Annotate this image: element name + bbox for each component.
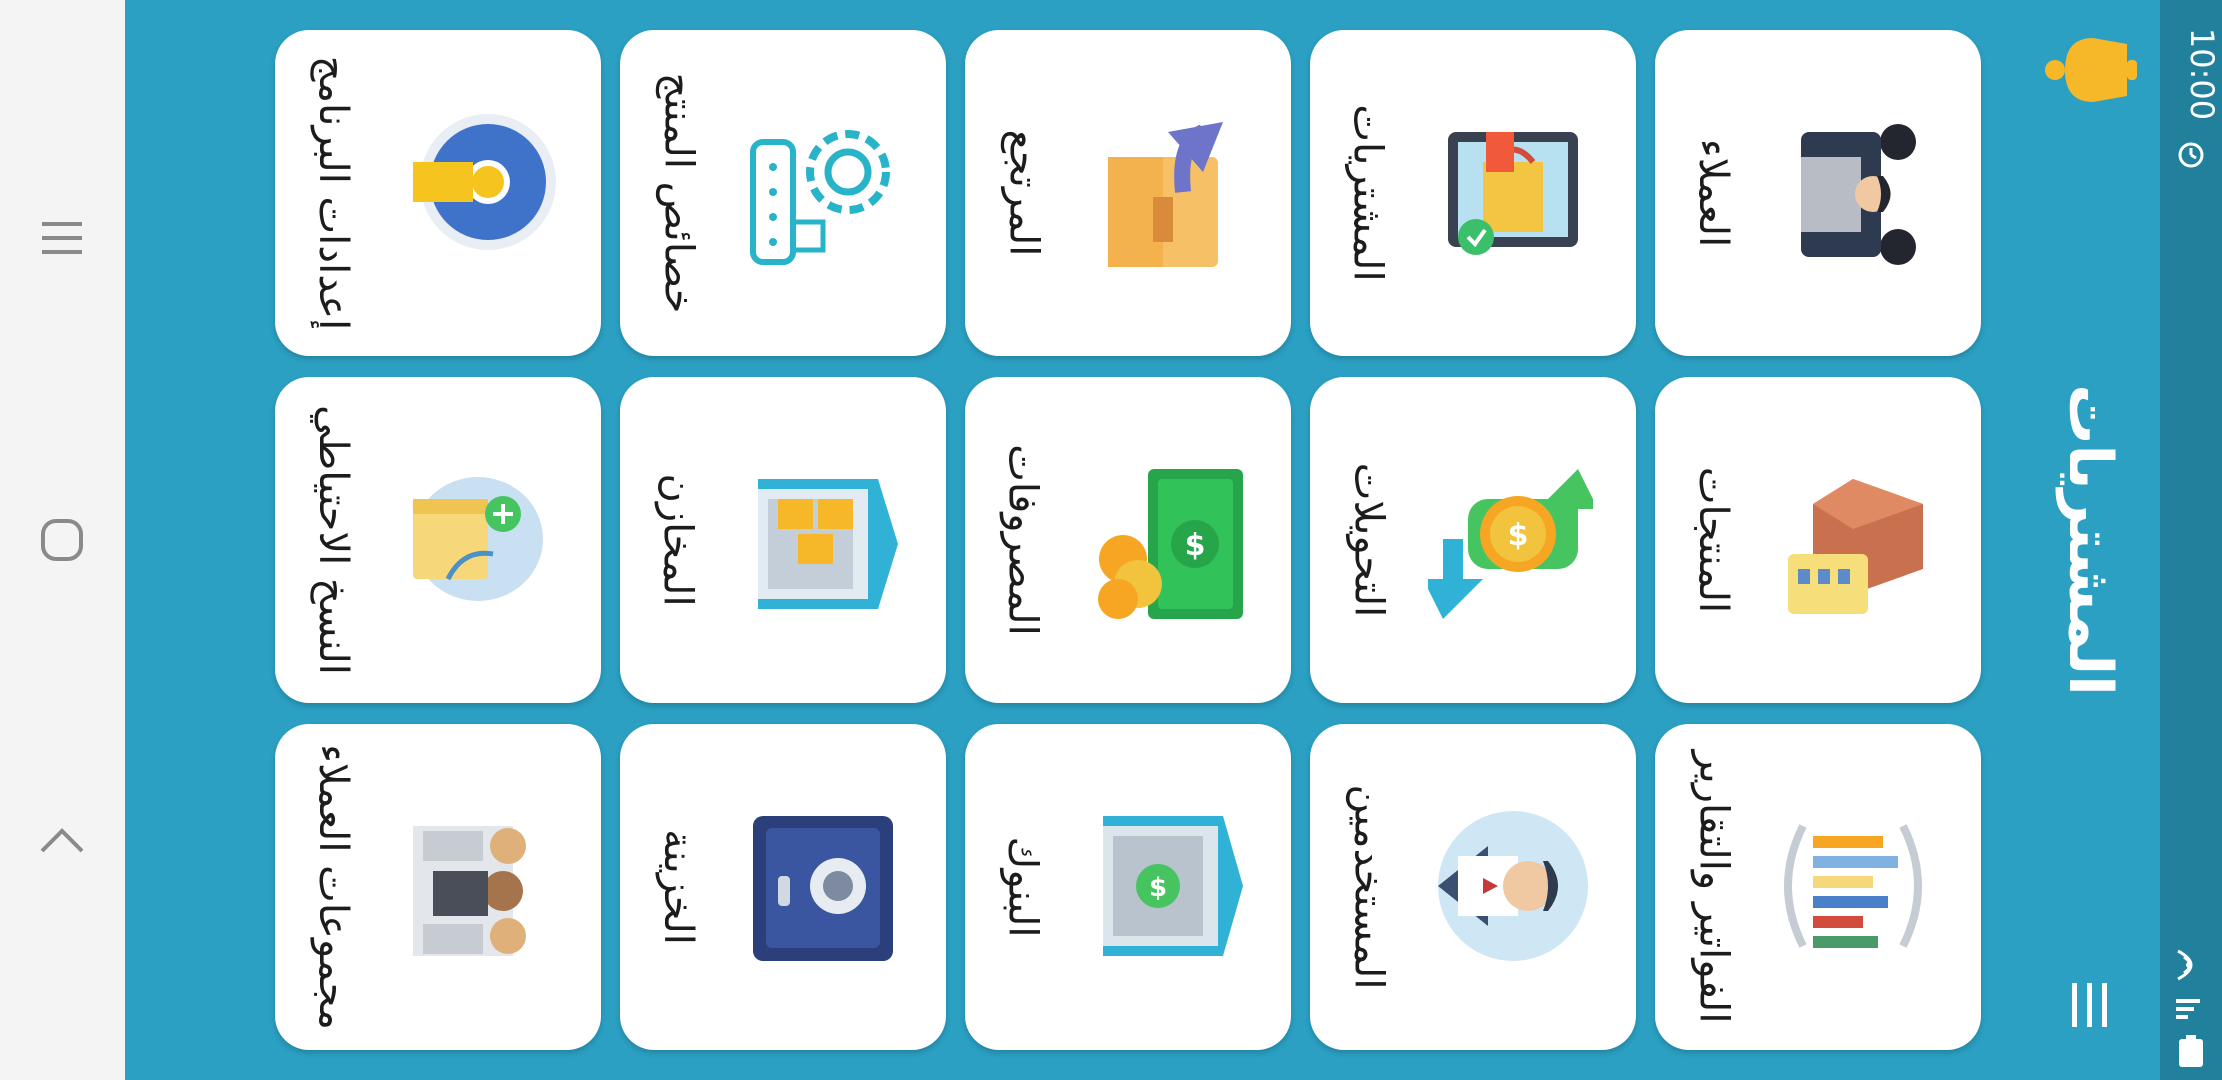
svg-text:$: $: [1508, 518, 1529, 553]
customer-groups-icon: [413, 826, 526, 956]
tile-users[interactable]: المستخدمين: [1310, 724, 1636, 1050]
tile-label: النسخ الاحتياطي: [310, 405, 356, 675]
menu-icon: [2072, 983, 2107, 1027]
page-title: المشتريات: [2055, 384, 2126, 696]
tile-label: المصروفات: [1000, 444, 1046, 636]
tile-warehouses[interactable]: المخازن: [620, 377, 946, 703]
tile-customers[interactable]: العملاء: [1655, 30, 1981, 356]
tile-label: المشتريات: [1345, 104, 1392, 282]
tile-bank[interactable]: $ البنوك: [965, 724, 1291, 1050]
tile-product-settings[interactable]: خصائص المنتج: [620, 30, 946, 356]
battery-icon: [2179, 1035, 2203, 1067]
returns-icon: [1108, 122, 1223, 267]
alarm-icon: [2178, 142, 2204, 168]
warehouses-icon: [758, 479, 898, 609]
tile-label: إعدادات البرنامج: [310, 55, 356, 331]
backup-icon: [413, 477, 543, 601]
recent-apps-button[interactable]: [22, 198, 102, 278]
tile-label: العملاء: [1690, 138, 1736, 248]
tile-label: خصائص المنتج: [655, 72, 701, 314]
bank-icon: $: [1103, 816, 1243, 956]
tile-label: المخازن: [655, 473, 701, 607]
safe-icon: [753, 816, 893, 961]
products-icon: [1788, 479, 1923, 614]
recent-apps-icon: [42, 222, 82, 254]
main-content: العملاء المشتريات المرتجع خصائص المنتج إ…: [125, 0, 2160, 1080]
home-icon: [41, 519, 83, 561]
transfers-icon: $: [1428, 469, 1593, 619]
svg-text:$: $: [1149, 873, 1167, 903]
product-settings-icon: [750, 130, 890, 265]
svg-text:$: $: [1185, 528, 1206, 563]
app-settings-icon: [413, 114, 556, 250]
tile-backup[interactable]: النسخ الاحتياطي: [275, 377, 601, 703]
back-button[interactable]: [22, 800, 102, 880]
tile-shopping[interactable]: المشتريات: [1310, 30, 1636, 356]
tile-expenses[interactable]: $ المصروفات: [965, 377, 1291, 703]
tile-label: البنوك: [1000, 836, 1047, 938]
bell-icon: [2045, 38, 2137, 102]
users-icon: [1438, 811, 1588, 961]
tile-products[interactable]: المنتجات: [1655, 377, 1981, 703]
chevron-up-icon: [40, 828, 84, 853]
tile-label: مجموعات العملاء: [310, 744, 357, 1030]
tile-label: الفواتير والتقارير: [1690, 750, 1736, 1024]
tile-label: المرتجع: [1000, 129, 1046, 257]
home-button[interactable]: [22, 500, 102, 580]
notification-bell-button[interactable]: [2035, 30, 2145, 110]
tile-label: المستخدمين: [1345, 784, 1392, 990]
tile-label: المنتجات: [1690, 466, 1737, 614]
wifi-icon: [2177, 949, 2193, 981]
status-bar: 10:00: [2160, 0, 2222, 1080]
navigation-bar: [0, 0, 125, 1080]
tile-reports[interactable]: الفواتير والتقارير: [1655, 724, 1981, 1050]
tile-label: التحويلات: [1345, 462, 1392, 618]
reports-icon: [1784, 824, 1922, 948]
tile-customer-groups[interactable]: مجموعات العملاء: [275, 724, 601, 1050]
tile-label: الخزينة: [655, 829, 701, 945]
shopping-icon: [1448, 132, 1578, 255]
signal-icon: [2176, 999, 2200, 1019]
tile-safe[interactable]: الخزينة: [620, 724, 946, 1050]
menu-button[interactable]: [2060, 975, 2120, 1035]
tile-returns[interactable]: المرتجع: [965, 30, 1291, 356]
expenses-icon: $: [1098, 469, 1243, 619]
status-time: 10:00: [2183, 27, 2222, 121]
tile-app-settings[interactable]: إعدادات البرنامج: [275, 30, 601, 356]
tile-transfers[interactable]: $ التحويلات: [1310, 377, 1636, 703]
customers-icon: [1801, 124, 1916, 265]
